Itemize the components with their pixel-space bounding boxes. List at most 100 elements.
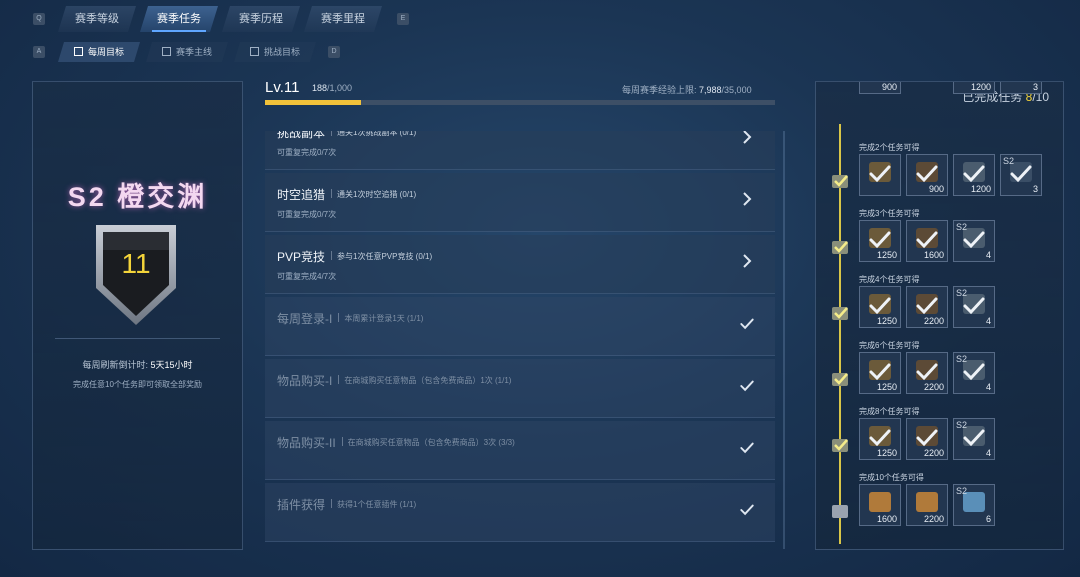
- task-list: 挑战副本 通关1次挑战副本 (0/1) 可重复完成0/7次 时空追猎 通关1次时空追猎 …: [265, 131, 775, 549]
- task-name: 时空追猎: [277, 188, 326, 202]
- reward-amount: 900: [881, 82, 897, 92]
- task-separator: [331, 131, 332, 136]
- subtab-season-main[interactable]: 赛季主线: [146, 42, 228, 62]
- calendar-icon: [74, 47, 83, 56]
- level-label: Lv.11: [265, 79, 300, 96]
- reward-item: 1250: [859, 352, 901, 394]
- countdown-label: 每周刷新倒计时:: [82, 360, 151, 370]
- reward-tier-label: 完成6个任务可得: [859, 341, 920, 350]
- reward-amount: 2200: [923, 448, 944, 458]
- level-exp: 188/1,000: [312, 83, 352, 93]
- claim-note: 完成任意10个任务即可领取全部奖励: [73, 380, 202, 389]
- chevron-right-icon[interactable]: [739, 191, 755, 207]
- reward-item: 900: [906, 154, 948, 196]
- claimed-chest-icon[interactable]: [830, 172, 850, 190]
- check-icon: [740, 504, 754, 516]
- task-separator: [341, 437, 343, 446]
- list-icon: [162, 47, 171, 56]
- task-name: 挑战副本: [277, 131, 326, 140]
- reward-amount: 2200: [923, 316, 944, 326]
- claimed-chest-icon[interactable]: [830, 238, 850, 256]
- exp-progress-fill: [265, 100, 361, 105]
- tab-season-history[interactable]: 赛季历程: [222, 6, 300, 32]
- task-description: 在商城购买任意物品（包含免费商品）3次 (3/3): [347, 438, 515, 447]
- reward-tier-label: 完成2个任务可得: [859, 143, 920, 152]
- task-separator: [331, 499, 332, 508]
- subtab-label: 赛季主线: [175, 47, 212, 57]
- claimed-check-icon: [869, 363, 891, 381]
- reward-amount: 2200: [923, 514, 944, 524]
- tab-season-milestones[interactable]: 赛季里程: [304, 6, 382, 32]
- claimed-check-icon: [963, 429, 985, 447]
- divider: [55, 338, 220, 339]
- reward-amount: 1600: [876, 514, 897, 524]
- reward-amount: 1250: [876, 382, 897, 392]
- reward-item-partial: 3: [1000, 82, 1042, 94]
- reward-amount: 1250: [876, 448, 897, 458]
- claimed-check-icon: [869, 429, 891, 447]
- claimed-check-icon: [869, 231, 891, 249]
- key-hint-a: A: [33, 46, 45, 58]
- tab-season-tasks[interactable]: 赛季任务: [140, 6, 218, 32]
- reward-item: S2 4: [953, 220, 995, 262]
- chevron-right-icon[interactable]: [739, 253, 755, 269]
- reward-item: S2 3: [1000, 154, 1042, 196]
- tab-season-level[interactable]: 赛季等级: [58, 6, 136, 32]
- task-name: 物品购买-I: [277, 374, 333, 388]
- task-separator: [331, 251, 332, 260]
- subtab-challenge-goals[interactable]: 挑战目标: [234, 42, 316, 62]
- task-row[interactable]: 时空追猎 通关1次时空追猎 (0/1) 可重复完成0/7次: [265, 173, 775, 232]
- claimed-check-icon: [869, 165, 891, 183]
- task-repeat-count: 可重复完成0/7次: [277, 210, 337, 219]
- chest-icon[interactable]: [830, 502, 850, 520]
- reward-amount: 3: [1032, 184, 1038, 194]
- reward-item: 1250: [859, 286, 901, 328]
- claimed-check-icon: [916, 363, 938, 381]
- claimed-check-icon: [916, 297, 938, 315]
- task-row[interactable]: PVP竞技 参与1次任意PVP竞技 (0/1) 可重复完成4/7次: [265, 235, 775, 294]
- claimed-chest-icon[interactable]: [830, 304, 850, 322]
- countdown-value: 5天15小时: [150, 360, 193, 370]
- reward-item: 2200: [906, 352, 948, 394]
- chevron-right-icon[interactable]: [739, 131, 755, 145]
- claimed-chest-icon[interactable]: [830, 370, 850, 388]
- task-repeat-count: 可重复完成0/7次: [277, 148, 337, 157]
- reward-amount: 1600: [923, 250, 944, 260]
- reward-amount: 3: [1032, 82, 1038, 92]
- reward-item: 2200: [906, 286, 948, 328]
- task-name: PVP竞技: [277, 250, 326, 264]
- exp-max: /1,000: [327, 83, 353, 93]
- task-row[interactable]: 挑战副本 通关1次挑战副本 (0/1) 可重复完成0/7次: [265, 131, 775, 170]
- reward-amount: 1250: [876, 316, 897, 326]
- key-hint-e: E: [397, 13, 409, 25]
- season-tag: S2: [956, 486, 968, 496]
- season-level-number: 11: [121, 248, 151, 279]
- reward-item[interactable]: S2 6: [953, 484, 995, 526]
- reward-item[interactable]: 2200: [906, 484, 948, 526]
- reward-amount: 2200: [923, 382, 944, 392]
- reward-tier-label: 完成4个任务可得: [859, 275, 920, 284]
- task-description: 在商城购买任意物品（包含免费商品）1次 (1/1): [344, 376, 512, 385]
- reward-tier-label: 完成10个任务可得: [859, 473, 924, 482]
- claimed-check-icon: [963, 297, 985, 315]
- check-icon: [740, 442, 754, 454]
- task-description: 获得1个任意插件 (1/1): [337, 500, 417, 509]
- task-separator: [338, 313, 340, 322]
- task-repeat-count: 可重复完成4/7次: [277, 272, 337, 281]
- target-icon: [250, 47, 259, 56]
- season-title: S2 橙交渊: [67, 182, 208, 212]
- claimed-check-icon: [916, 231, 938, 249]
- exp-current: 188: [312, 83, 328, 93]
- task-separator: [331, 189, 332, 198]
- task-row: 插件获得 获得1个任意插件 (1/1): [265, 483, 775, 542]
- key-hint-q: Q: [33, 13, 45, 25]
- claimed-check-icon: [963, 165, 985, 183]
- task-row: 物品购买-I 在商城购买任意物品（包含免费商品）1次 (1/1): [265, 359, 775, 418]
- reward-amount: 1200: [970, 184, 991, 194]
- reward-item[interactable]: 1600: [859, 484, 901, 526]
- subtab-weekly-goals[interactable]: 每周目标: [58, 42, 140, 62]
- reward-item: S2 4: [953, 418, 995, 460]
- task-list-scrollbar[interactable]: [783, 131, 785, 549]
- reward-tier-label: 完成8个任务可得: [859, 407, 920, 416]
- claimed-chest-icon[interactable]: [830, 436, 850, 454]
